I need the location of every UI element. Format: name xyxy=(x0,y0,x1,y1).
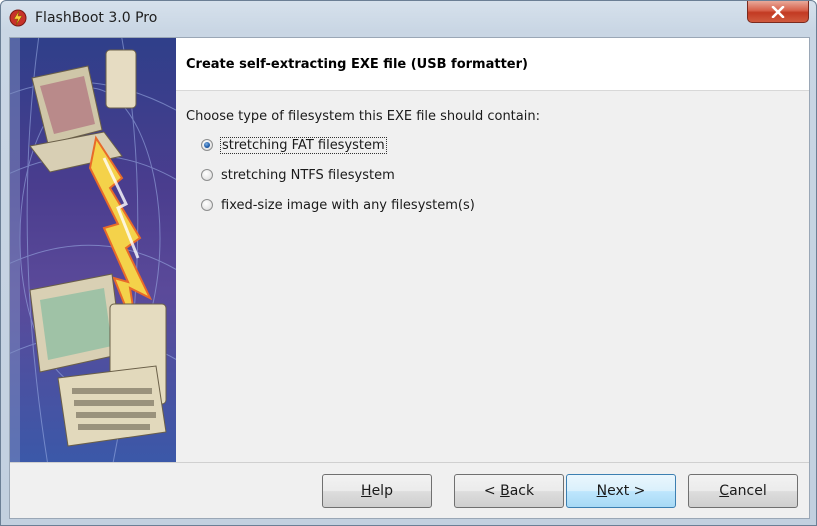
back-button[interactable]: < Back xyxy=(454,474,564,508)
app-window: FlashBoot 3.0 Pro Create self-extracting… xyxy=(0,0,817,526)
cancel-button[interactable]: Cancel xyxy=(688,474,798,508)
wizard-client-area: Create self-extracting EXE file (USB for… xyxy=(9,37,810,519)
close-icon xyxy=(771,5,785,18)
help-button[interactable]: Help xyxy=(322,474,432,508)
filesystem-prompt: Choose type of filesystem this EXE file … xyxy=(186,109,540,124)
desktop-computer-illustration xyxy=(29,273,167,447)
radio-button-selected[interactable] xyxy=(201,139,213,151)
wizard-banner-image xyxy=(10,38,176,462)
window-title: FlashBoot 3.0 Pro xyxy=(35,10,158,26)
button-bar-separator xyxy=(10,462,809,463)
next-button[interactable]: Next > xyxy=(566,474,676,508)
close-button[interactable] xyxy=(747,1,809,23)
option-stretching-fat[interactable]: stretching FAT filesystem xyxy=(201,135,387,155)
option-stretching-ntfs[interactable]: stretching NTFS filesystem xyxy=(201,165,396,185)
app-icon xyxy=(9,9,27,27)
wizard-step-title: Create self-extracting EXE file (USB for… xyxy=(186,57,528,72)
option-label[interactable]: fixed-size image with any filesystem(s) xyxy=(220,198,476,213)
option-fixed-size-image[interactable]: fixed-size image with any filesystem(s) xyxy=(201,195,476,215)
phone-illustration xyxy=(105,49,137,109)
radio-button[interactable] xyxy=(201,199,213,211)
option-label[interactable]: stretching NTFS filesystem xyxy=(220,168,396,183)
option-label[interactable]: stretching FAT filesystem xyxy=(220,136,387,154)
radio-button[interactable] xyxy=(201,169,213,181)
title-bar[interactable]: FlashBoot 3.0 Pro xyxy=(1,1,816,35)
wizard-header: Create self-extracting EXE file (USB for… xyxy=(176,38,809,91)
